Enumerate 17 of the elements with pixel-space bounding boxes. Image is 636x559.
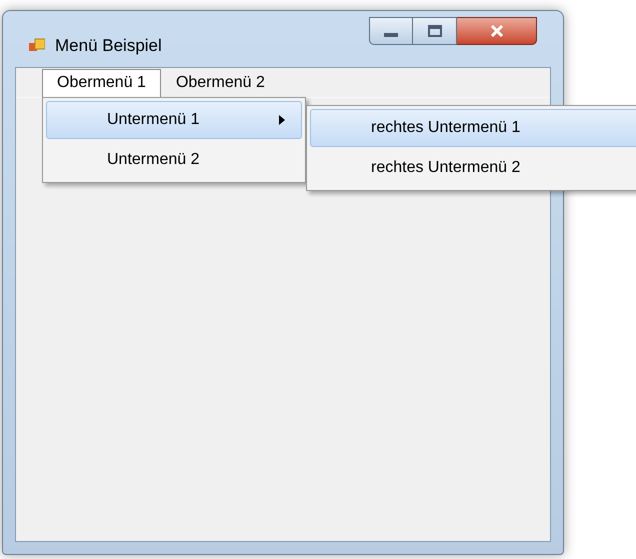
submenu-item[interactable]: rechtes Untermenü 1 bbox=[310, 109, 636, 147]
close-icon bbox=[490, 25, 504, 37]
minimize-icon bbox=[384, 33, 398, 37]
menu-label: Untermenü 2 bbox=[107, 150, 200, 170]
maximize-button[interactable] bbox=[413, 17, 457, 45]
menu-item[interactable]: Obermenü 1 bbox=[42, 68, 161, 96]
close-button[interactable] bbox=[457, 17, 537, 45]
dropdown-item[interactable]: Untermenü 2 bbox=[46, 141, 302, 179]
dropdown-item[interactable]: Untermenü 1 bbox=[46, 101, 302, 139]
app-icon bbox=[29, 38, 45, 54]
submenu-arrow-icon bbox=[279, 115, 285, 125]
window-title: Menü Beispiel bbox=[55, 35, 162, 57]
maximize-icon bbox=[428, 25, 442, 37]
minimize-button[interactable] bbox=[369, 17, 413, 45]
submenu-item[interactable]: rechtes Untermenü 2 bbox=[310, 149, 636, 187]
menu-label: Untermenü 1 bbox=[107, 110, 200, 130]
menu-item[interactable]: Obermenü 2 bbox=[160, 68, 280, 96]
